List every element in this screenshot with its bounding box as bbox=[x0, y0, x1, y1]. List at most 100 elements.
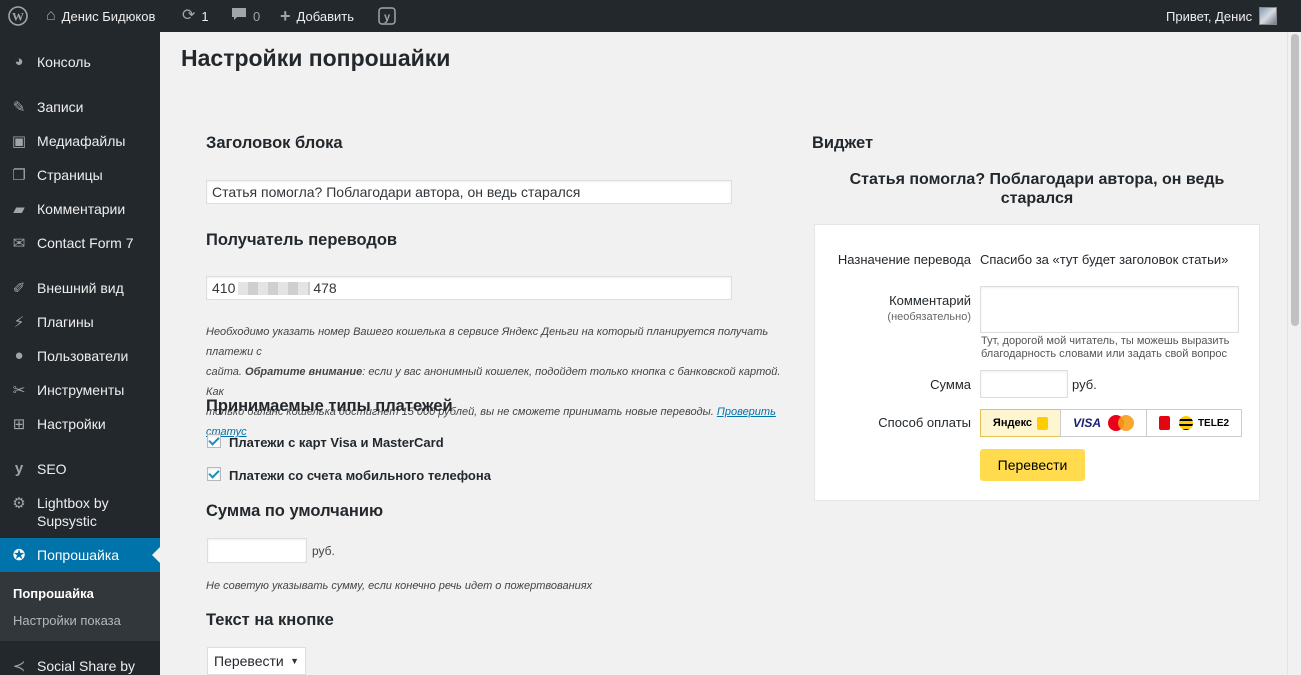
scrollbar[interactable] bbox=[1287, 32, 1301, 675]
submit-transfer-button[interactable]: Перевести bbox=[980, 449, 1085, 481]
sidebar-item-poproshayka[interactable]: ✪ Попрошайка bbox=[0, 538, 160, 572]
payment-method-label: Способ оплаты bbox=[878, 415, 971, 430]
gear-icon: ⚙ bbox=[12, 495, 26, 512]
add-new-link[interactable]: + Добавить bbox=[280, 0, 354, 32]
sidebar-item-label: Social Share by Supsystic bbox=[37, 658, 136, 674]
share-icon: ≺ bbox=[12, 658, 26, 675]
widget-heading: Виджет bbox=[812, 134, 874, 152]
sidebar-item-settings[interactable]: ⊞ Настройки bbox=[0, 407, 160, 441]
sidebar-item-label: Консоль bbox=[37, 54, 91, 70]
sidebar-item-posts[interactable]: ✎ Записи bbox=[0, 90, 160, 124]
yoast-seo-icon[interactable]: y bbox=[378, 0, 396, 32]
mobile-option[interactable]: TELE2 bbox=[1146, 409, 1242, 437]
comments-link[interactable]: 0 bbox=[231, 0, 260, 32]
mail-icon: ✉ bbox=[12, 235, 26, 252]
desc-attention: Обратите внимание bbox=[245, 366, 363, 378]
sidebar-item-media[interactable]: ▣ Медиафайлы bbox=[0, 124, 160, 158]
button-text-heading: Текст на кнопке bbox=[206, 611, 334, 629]
hint-line: благодарность словами или задать свой во… bbox=[981, 348, 1228, 360]
wallet-suffix: 478 bbox=[313, 280, 337, 296]
block-title-input[interactable]: Статья помогла? Поблагодари автора, он в… bbox=[206, 180, 732, 204]
comments-icon: ▰ bbox=[13, 201, 25, 218]
comment-label-text: Комментарий bbox=[889, 293, 971, 308]
updates-count: 1 bbox=[201, 8, 209, 24]
widget-title: Статья помогла? Поблагодари автора, он в… bbox=[814, 170, 1260, 208]
recipient-wallet-input[interactable]: 410 478 bbox=[206, 276, 732, 300]
mobile-payment-label[interactable]: Платежи со счета мобильного телефона bbox=[229, 468, 491, 483]
redacted-digits bbox=[238, 281, 311, 295]
sidebar-item-contact-form[interactable]: ✉ Contact Form 7 bbox=[0, 226, 160, 260]
home-icon: ⌂ bbox=[46, 7, 56, 24]
sidebar-item-label: Комментарии bbox=[37, 201, 126, 217]
sidebar-item-social-share[interactable]: ≺ Social Share by Supsystic bbox=[0, 649, 160, 675]
page-title: Настройки попрошайки bbox=[181, 45, 451, 71]
sum-note: Не советую указывать сумму, если конечно… bbox=[206, 580, 593, 592]
media-icon: ▣ bbox=[11, 133, 27, 150]
submenu-item-poproshayka[interactable]: Попрошайка bbox=[13, 586, 94, 601]
comment-icon bbox=[231, 7, 247, 25]
beeline-icon bbox=[1178, 416, 1193, 430]
card-option[interactable]: VISA bbox=[1060, 409, 1147, 437]
submenu-item-display-settings[interactable]: Настройки показа bbox=[13, 613, 121, 628]
sidebar-item-tools[interactable]: ✂ Инструменты bbox=[0, 373, 160, 407]
sidebar-item-label: Инструменты bbox=[37, 382, 125, 398]
sidebar-item-seo[interactable]: y SEO bbox=[0, 452, 160, 486]
sidebar-item-label: Настройки bbox=[37, 416, 106, 432]
sidebar-item-label: Записи bbox=[37, 99, 84, 115]
yandex-money-option[interactable]: Яндекс bbox=[980, 409, 1061, 437]
chevron-down-icon: ▼ bbox=[290, 656, 299, 666]
sidebar-item-lightbox[interactable]: ⚙ Lightbox by Supsystic bbox=[0, 488, 160, 538]
wordpress-icon[interactable]: W bbox=[8, 0, 28, 32]
tele2-label: TELE2 bbox=[1197, 417, 1230, 429]
mobile-payment-checkbox[interactable] bbox=[207, 467, 221, 481]
settings-icon: ⊞ bbox=[12, 416, 26, 433]
users-icon: ● bbox=[14, 347, 24, 364]
block-title-heading: Заголовок блока bbox=[206, 134, 343, 152]
block-title-value: Статья помогла? Поблагодари автора, он в… bbox=[212, 184, 581, 200]
sidebar-item-users[interactable]: ● Пользователи bbox=[0, 339, 160, 373]
purpose-label: Назначение перевода bbox=[837, 252, 971, 267]
tools-icon: ✂ bbox=[12, 382, 26, 399]
comment-hint: Тут, дорогой мой читатель, ты можешь выр… bbox=[981, 335, 1229, 361]
rub-label: руб. bbox=[312, 544, 335, 558]
updates-link[interactable]: ⟳ 1 bbox=[182, 0, 209, 32]
sidebar-item-label: Попрошайка bbox=[37, 547, 120, 563]
button-text-select[interactable]: Перевести ▼ bbox=[207, 647, 306, 675]
lifebuoy-icon: ✪ bbox=[12, 547, 26, 564]
visa-mastercard-label[interactable]: Платежи с карт Visa и MasterCard bbox=[229, 435, 444, 450]
sidebar-item-appearance[interactable]: ✐ Внешний вид bbox=[0, 271, 160, 305]
sidebar-item-plugins[interactable]: ⚡ Плагины bbox=[0, 305, 160, 339]
sidebar-item-label: Страницы bbox=[37, 167, 103, 183]
site-name-link[interactable]: ⌂ Денис Бидюков bbox=[46, 0, 155, 32]
sidebar-item-dashboard[interactable]: ◕ Консоль bbox=[0, 45, 160, 79]
comment-label: Комментарий (необязательно) bbox=[815, 293, 971, 323]
yoast-icon: y bbox=[14, 460, 24, 477]
widget-sum-input[interactable] bbox=[980, 370, 1068, 398]
donation-widget: Назначение перевода Спасибо за «тут буде… bbox=[814, 224, 1260, 501]
default-sum-input[interactable] bbox=[207, 538, 307, 563]
sidebar-item-comments[interactable]: ▰ Комментарии bbox=[0, 192, 160, 226]
my-account-link[interactable]: Привет, Денис bbox=[1166, 0, 1278, 32]
visa-mastercard-checkbox[interactable] bbox=[207, 434, 221, 448]
scrollbar-thumb[interactable] bbox=[1291, 34, 1299, 326]
comment-optional: (необязательно) bbox=[887, 311, 971, 323]
widget-title-line: Статья помогла? Поблагодари автора, он в… bbox=[849, 171, 1225, 188]
site-name: Денис Бидюков bbox=[61, 8, 156, 24]
desc-text: Необходимо указать номер Вашего кошелька… bbox=[206, 326, 769, 358]
pin-icon: ✎ bbox=[12, 99, 26, 116]
comment-textarea[interactable] bbox=[980, 286, 1239, 333]
sidebar-item-pages[interactable]: ❐ Страницы bbox=[0, 158, 160, 192]
plus-icon: + bbox=[280, 6, 291, 26]
mastercard-icon bbox=[1108, 415, 1134, 431]
add-new-label: Добавить bbox=[296, 8, 354, 24]
greeting: Привет, Денис bbox=[1166, 8, 1253, 24]
sidebar-item-label: SEO bbox=[37, 461, 67, 477]
sidebar-item-label: Медиафайлы bbox=[37, 133, 126, 149]
submenu: Попрошайка Настройки показа bbox=[0, 572, 160, 641]
purpose-value: Спасибо за «тут будет заголовок статьи» bbox=[980, 252, 1229, 267]
comments-count: 0 bbox=[253, 8, 261, 24]
pages-icon: ❐ bbox=[12, 167, 26, 184]
payment-types-heading: Принимаемые типы платежей bbox=[206, 397, 453, 415]
recipient-heading: Получатель переводов bbox=[206, 231, 398, 249]
admin-sidebar: ◕ Консоль ✎ Записи ▣ Медиафайлы ❐ Страни… bbox=[0, 32, 160, 675]
